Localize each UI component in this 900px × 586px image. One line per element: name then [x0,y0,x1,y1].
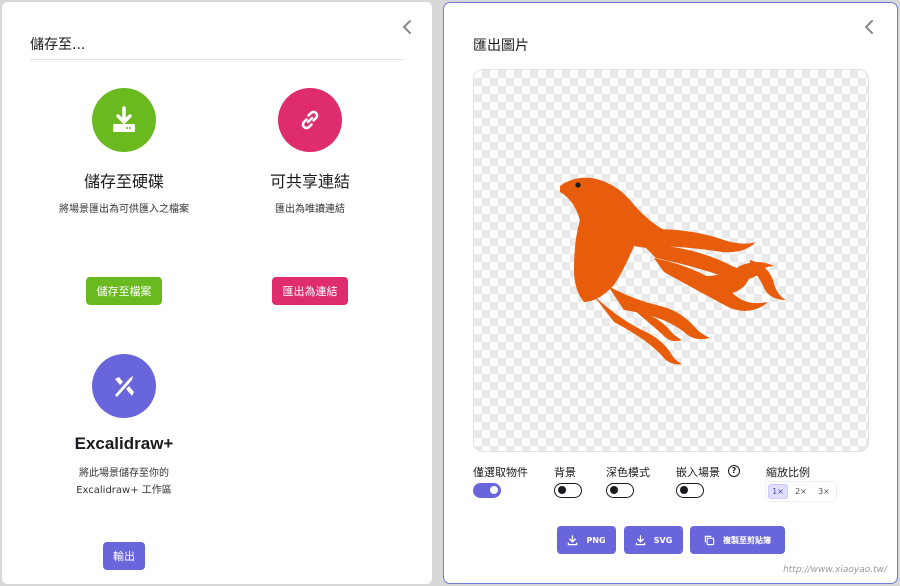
chevron-left-icon[interactable] [862,18,876,36]
background-label: 背景 [554,466,576,479]
export-to-excalidraw-plus-button[interactable]: 輸出 [103,542,145,570]
clipboard-label: 複製至剪貼簿 [723,535,771,545]
export-panel-title: 匯出圖片 [473,38,529,54]
png-label: PNG [586,535,606,545]
link-icon [278,88,342,152]
dark-mode-toggle[interactable] [606,483,634,498]
scale-1x-button[interactable]: 1× [768,484,788,499]
help-icon[interactable]: ? [728,465,740,477]
svg-label: SVG [653,535,673,545]
save-to-disk-title: 儲存至硬碟 [83,172,164,191]
download-icon [92,88,156,152]
only-selected-toggle[interactable] [473,483,501,498]
copy-icon [704,535,715,545]
chevron-left-icon[interactable] [400,18,414,36]
excalidraw-plus-description-2: Excalidraw+ 工作區 [76,485,172,496]
save-to-file-button[interactable]: 儲存至檔案 [86,277,162,305]
embed-scene-label: 嵌入場景 [676,466,720,479]
shareable-link-description: 匯出為唯讀連結 [275,204,345,215]
export-preview-canvas [473,69,869,452]
excalidraw-plus-title: Excalidraw+ [74,434,174,453]
scale-label: 縮放比例 [766,466,810,479]
shareable-link-title: 可共享連結 [269,172,350,191]
watermark: http://www.xiaoyao.tw/ [783,565,887,575]
scale-selector: 1× 2× 3× [765,481,837,502]
excalidraw-plus-icon [92,354,156,418]
phoenix-drawing [560,177,786,365]
excalidraw-plus-description-1: 將此場景儲存至你的 [79,468,169,479]
save-to-panel: 儲存至... 儲存至硬碟 將場景匯出為可供匯入之檔案 儲存至檔案 可共享連結 匯… [2,2,432,584]
scale-3x-button[interactable]: 3× [814,484,834,499]
dark-mode-label: 深色模式 [606,466,650,479]
save-to-disk-description: 將場景匯出為可供匯入之檔案 [59,204,189,215]
save-panel-title: 儲存至... [30,37,86,53]
export-as-link-button[interactable]: 匯出為連結 [272,277,348,305]
title-divider [30,59,404,60]
export-png-button[interactable]: PNG [557,526,616,554]
download-icon [635,534,646,545]
scale-2x-button[interactable]: 2× [791,484,811,499]
embed-scene-toggle[interactable] [676,483,704,498]
download-icon [568,534,578,545]
copy-to-clipboard-button[interactable]: 複製至剪貼簿 [690,526,785,554]
export-svg-button[interactable]: SVG [624,526,683,554]
background-toggle[interactable] [554,483,582,498]
only-selected-label: 僅選取物件 [473,466,528,479]
export-image-panel: 匯出圖片 僅選取物件 背景 深色模式 嵌入場景 ? 縮放比例 1× 2× 3× … [443,2,898,584]
